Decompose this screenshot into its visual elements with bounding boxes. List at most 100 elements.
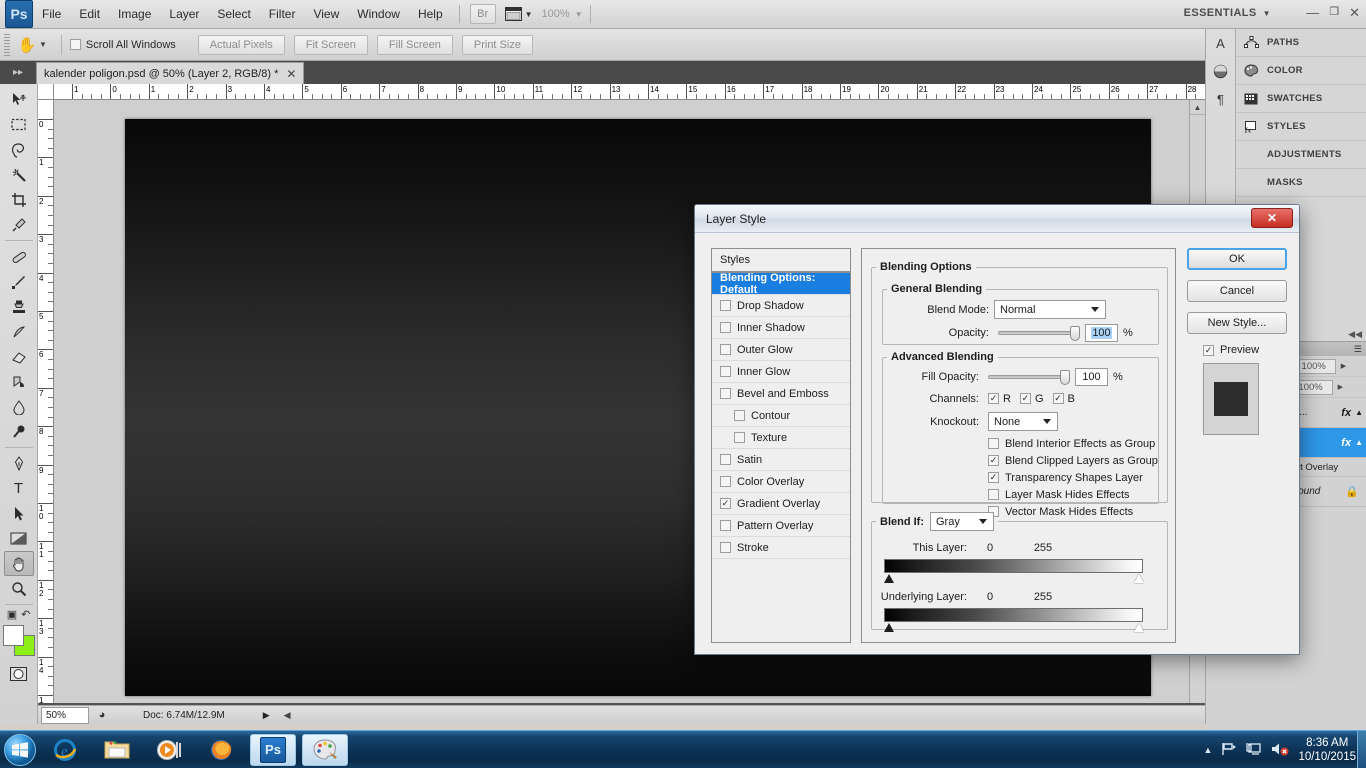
fill-opacity-input[interactable]: 100	[1075, 367, 1108, 386]
hand-tool-icon[interactable]: ✋	[15, 33, 39, 57]
opacity-input[interactable]: 100	[1085, 323, 1118, 342]
this-layer-black-stop[interactable]	[884, 574, 894, 583]
character-panel-icon[interactable]: A	[1206, 29, 1235, 57]
panel-tab-adjustments[interactable]: ADJUSTMENTS	[1237, 141, 1366, 169]
tool-crop[interactable]	[4, 187, 34, 212]
channel-r[interactable]: R	[988, 393, 1011, 405]
foreground-color-swatch[interactable]	[2, 625, 24, 646]
preview-option[interactable]: Preview	[1203, 344, 1291, 356]
menu-image[interactable]: Image	[109, 2, 160, 26]
menu-select[interactable]: Select	[208, 2, 259, 26]
style-item-stroke[interactable]: Stroke	[712, 537, 850, 559]
style-checkbox[interactable]	[720, 388, 731, 399]
style-item-color-overlay[interactable]: Color Overlay	[712, 471, 850, 493]
layer-effects-icon[interactable]: fx	[1341, 407, 1355, 419]
underlying-layer-black-stop[interactable]	[884, 623, 894, 632]
start-button[interactable]	[4, 733, 36, 766]
tool-hand[interactable]	[3, 551, 34, 576]
channel-b-checkbox[interactable]	[1052, 393, 1064, 404]
taskbar-item-windows-media-player[interactable]	[146, 734, 192, 766]
style-checkbox[interactable]	[720, 300, 731, 311]
panel-tab-styles[interactable]: fx STYLES	[1237, 113, 1366, 141]
fill-screen-button[interactable]: Fill Screen	[376, 34, 453, 55]
style-checkbox[interactable]	[734, 432, 745, 443]
tool-rectangular-marquee[interactable]	[4, 112, 34, 137]
panel-tab-color[interactable]: COLOR	[1237, 57, 1366, 85]
scroll-up-icon[interactable]: ▲	[1190, 100, 1205, 115]
tool-clone-stamp[interactable]	[4, 294, 34, 319]
tool-magic-wand[interactable]	[4, 162, 34, 187]
collapse-dock-icon[interactable]: ◀◀	[1348, 329, 1362, 340]
close-icon[interactable]: ✕	[1251, 208, 1293, 228]
tool-eyedropper[interactable]	[4, 212, 34, 237]
menu-file[interactable]: File	[33, 2, 70, 26]
channel-g-checkbox[interactable]	[1019, 393, 1031, 404]
styles-list-header[interactable]: Styles	[712, 249, 850, 273]
blend-clipped-layers-as-group-option[interactable]: Blend Clipped Layers as Group	[988, 453, 1158, 468]
scroll-all-windows-checkbox[interactable]	[69, 39, 81, 50]
style-item-blending-options[interactable]: Blending Options: Default	[712, 272, 850, 296]
style-item-drop-shadow[interactable]: Drop Shadow	[712, 295, 850, 317]
tool-preset-chevron-icon[interactable]: ▼	[39, 40, 47, 49]
horizontal-ruler[interactable]: 1 0 1 2 3 4 5 6 7 8 9 10 11 12 13 14 15 16 17 18 19 20 21 22 23 2…	[54, 84, 1205, 100]
panel-tab-paths[interactable]: PATHS	[1237, 29, 1366, 57]
style-item-bevel-and-emboss[interactable]: Bevel and Emboss	[712, 383, 850, 405]
tool-gradient[interactable]	[4, 369, 34, 394]
tool-brush[interactable]	[4, 269, 34, 294]
underlying-layer-slider[interactable]	[884, 608, 1144, 632]
panel-tab-masks[interactable]: MASKS	[1237, 169, 1366, 197]
taskbar-item-internet-explorer[interactable]: e	[42, 734, 88, 766]
taskbar-item-adobe-photoshop[interactable]: Ps	[250, 733, 296, 766]
blend-clipped-layers-checkbox[interactable]	[988, 455, 999, 466]
network-icon[interactable]	[1221, 742, 1237, 759]
style-item-inner-shadow[interactable]: Inner Shadow	[712, 317, 850, 339]
ok-button[interactable]: OK	[1187, 248, 1287, 270]
style-checkbox[interactable]	[720, 322, 731, 333]
menu-help[interactable]: Help	[409, 2, 452, 26]
menu-edit[interactable]: Edit	[70, 2, 109, 26]
style-checkbox[interactable]	[720, 520, 731, 531]
color-panel-icon[interactable]	[1206, 57, 1235, 85]
minimize-button[interactable]: —	[1306, 5, 1319, 21]
vertical-ruler[interactable]: 0123456789101112131415	[38, 100, 54, 703]
show-hidden-icons-icon[interactable]: ▲	[1204, 745, 1213, 755]
fill-opacity-slider[interactable]	[988, 369, 1070, 385]
tool-eraser[interactable]	[4, 344, 34, 369]
layer-mask-hides-effects-option[interactable]: Layer Mask Hides Effects	[988, 487, 1158, 502]
cancel-button[interactable]: Cancel	[1187, 280, 1287, 302]
fill-opacity-slider-knob[interactable]	[1060, 369, 1070, 385]
channel-b[interactable]: B	[1052, 393, 1075, 405]
zoom-chevron-icon[interactable]: ▼	[575, 10, 583, 19]
print-size-button[interactable]: Print Size	[461, 34, 533, 55]
style-item-contour[interactable]: Contour	[712, 405, 850, 427]
paragraph-panel-icon[interactable]: ¶	[1206, 85, 1235, 113]
layer-effects-icon[interactable]: fx	[1341, 437, 1355, 449]
style-item-outer-glow[interactable]: Outer Glow	[712, 339, 850, 361]
blend-interior-effects-checkbox[interactable]	[988, 438, 999, 449]
menu-filter[interactable]: Filter	[260, 2, 305, 26]
style-item-gradient-overlay[interactable]: Gradient Overlay	[712, 493, 850, 515]
transparency-shapes-layer-option[interactable]: Transparency Shapes Layer	[988, 470, 1158, 485]
tool-horizontal-type[interactable]: T	[4, 476, 34, 501]
transparency-shapes-layer-checkbox[interactable]	[988, 472, 999, 483]
tool-blur[interactable]	[4, 394, 34, 419]
tool-pen[interactable]	[4, 451, 34, 476]
this-layer-white-stop[interactable]	[1134, 574, 1144, 583]
show-desktop-button[interactable]	[1357, 731, 1366, 768]
expand-effects-icon[interactable]: ▲	[1355, 438, 1366, 447]
tool-path-selection[interactable]	[4, 501, 34, 526]
options-bar-grip[interactable]	[4, 33, 10, 56]
tool-zoom[interactable]	[4, 576, 34, 601]
launch-bridge-button[interactable]: Br	[469, 4, 496, 24]
style-checkbox[interactable]	[720, 454, 731, 465]
channel-g[interactable]: G	[1019, 393, 1044, 405]
view-extras-icon[interactable]: ▼	[504, 7, 533, 21]
tool-spot-healing-brush[interactable]	[4, 244, 34, 269]
menu-view[interactable]: View	[304, 2, 348, 26]
tool-dodge[interactable]	[4, 419, 34, 444]
clock[interactable]: 8:36 AM 10/10/2015	[1298, 736, 1356, 764]
menu-layer[interactable]: Layer	[160, 2, 208, 26]
expand-effects-icon[interactable]: ▲	[1355, 408, 1366, 417]
style-checkbox[interactable]	[720, 542, 731, 553]
close-button[interactable]: ✕	[1349, 5, 1360, 21]
